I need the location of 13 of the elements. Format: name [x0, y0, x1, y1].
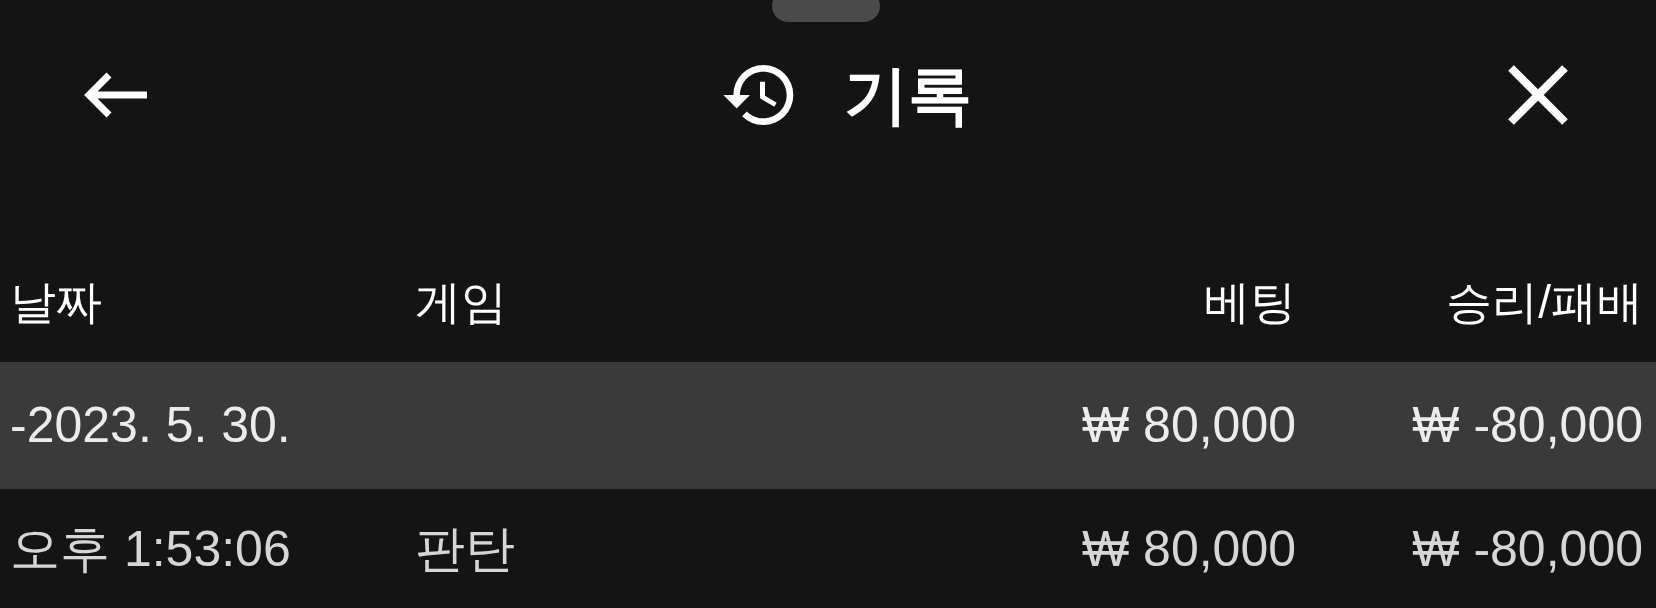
- table-cell: ₩ 80,000: [1082, 397, 1296, 453]
- column-header: 승리/패배: [1446, 275, 1643, 328]
- table-cell: -2023. 5. 30.: [10, 397, 291, 453]
- column-header: 날짜: [10, 275, 102, 328]
- table-cell: ₩ 80,000: [1082, 520, 1296, 577]
- table-cell: 오후 1:53:06: [10, 520, 291, 577]
- date-group-row[interactable]: -2023. 5. 30. ₩ 80,000 ₩ -80,000: [0, 362, 1656, 489]
- header-title: 기록: [844, 63, 972, 127]
- table-cell: 판탄: [415, 520, 515, 577]
- column-header: 게임: [415, 275, 507, 328]
- table-cell: ₩ -80,000: [1412, 397, 1643, 453]
- column-header: 베팅: [1204, 275, 1296, 328]
- table-cell: ₩ -80,000: [1412, 520, 1643, 577]
